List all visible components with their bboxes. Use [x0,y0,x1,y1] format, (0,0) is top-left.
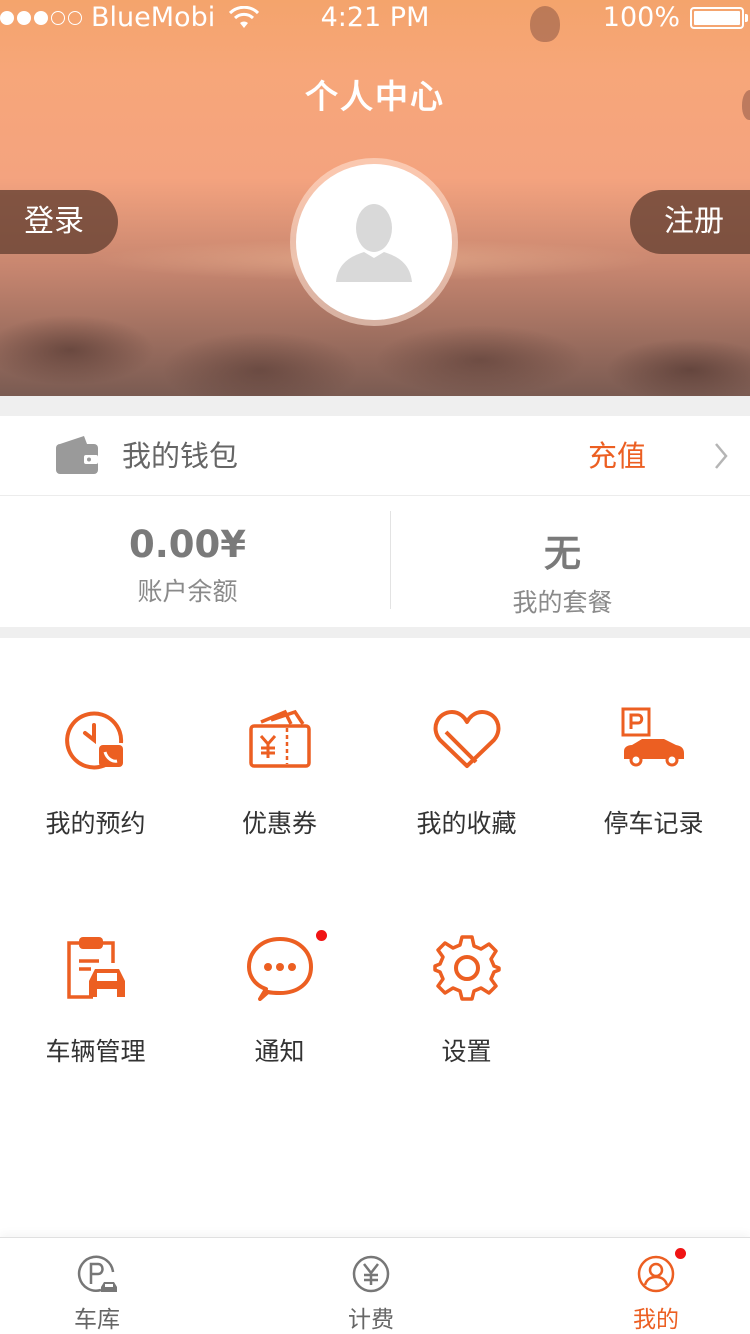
page-title: 个人中心 [305,77,445,116]
package-value: 无 [544,532,581,575]
menu-item-reservations[interactable]: 我的预约 [2,700,189,840]
garage-parking-icon [77,1255,117,1292]
menu-item-label: 通知 [254,1037,305,1066]
menu-item-label: 车辆管理 [45,1037,146,1066]
status-bar: BlueMobi 4:21 PM 100% [0,0,750,40]
coupon-icon [248,709,311,768]
tab-label: 我的 [633,1307,679,1333]
chat-notification-icon [246,937,313,1001]
recharge-link[interactable]: 充值 [588,416,646,496]
menu-item-notifications[interactable]: 通知 [186,928,373,1068]
notification-badge [316,930,327,941]
reservation-clock-icon [64,711,123,770]
login-button[interactable]: 登录 [0,190,118,254]
menu-item-vehicle-management[interactable]: 车辆管理 [2,928,189,1068]
gear-icon [432,935,501,1001]
package-caption: 我的套餐 [512,588,613,617]
vehicle-clipboard-icon [66,937,125,999]
battery-percent: 100% [602,2,680,33]
heart-icon [433,710,500,768]
my-package[interactable]: 无 我的套餐 [375,497,750,627]
menu-item-parking-records[interactable]: 停车记录 [560,700,747,840]
wallet-icon [56,436,98,474]
profile-header: BlueMobi 4:21 PM 100% 个人中心 登录 注册 [0,0,750,396]
parking-car-icon [621,707,684,767]
user-profile-icon [637,1255,675,1293]
yen-billing-icon [352,1255,390,1293]
menu-item-favorites[interactable]: 我的收藏 [373,700,560,840]
tab-billing[interactable]: 计费 [246,1238,496,1334]
battery-icon [690,7,748,29]
tab-bar: 车库 计费 我的 [0,1237,750,1334]
profile-badge [675,1248,686,1259]
menu-item-label: 停车记录 [603,809,704,838]
section-divider [0,396,750,416]
balance-caption: 账户余额 [137,577,238,606]
menu-item-label: 我的预约 [45,809,146,838]
balance-value: 0.00¥ [128,523,247,566]
wallet-label: 我的钱包 [122,439,239,473]
wallet-row[interactable]: 我的钱包 充值 [0,416,750,496]
balance-summary: 0.00¥ 账户余额 无 我的套餐 [0,497,750,627]
chevron-right-icon[interactable] [714,442,728,470]
tab-profile[interactable]: 我的 [531,1238,750,1334]
tab-garage[interactable]: 车库 [0,1238,222,1334]
menu-grid: 我的预约 优惠券 我的收藏 停车记录 车辆管理 通知 设置 [0,638,750,1238]
tab-label: 车库 [74,1307,120,1333]
user-placeholder-icon [336,204,412,282]
menu-item-label: 设置 [441,1037,492,1066]
section-divider [0,627,750,638]
tab-label: 计费 [348,1307,394,1333]
menu-item-label: 我的收藏 [416,809,517,838]
account-balance[interactable]: 0.00¥ 账户余额 [0,497,375,627]
avatar[interactable] [290,158,458,326]
menu-item-settings[interactable]: 设置 [373,928,560,1068]
register-button[interactable]: 注册 [630,190,750,254]
menu-item-label: 优惠券 [241,809,317,838]
menu-item-coupons[interactable]: 优惠券 [186,700,373,840]
